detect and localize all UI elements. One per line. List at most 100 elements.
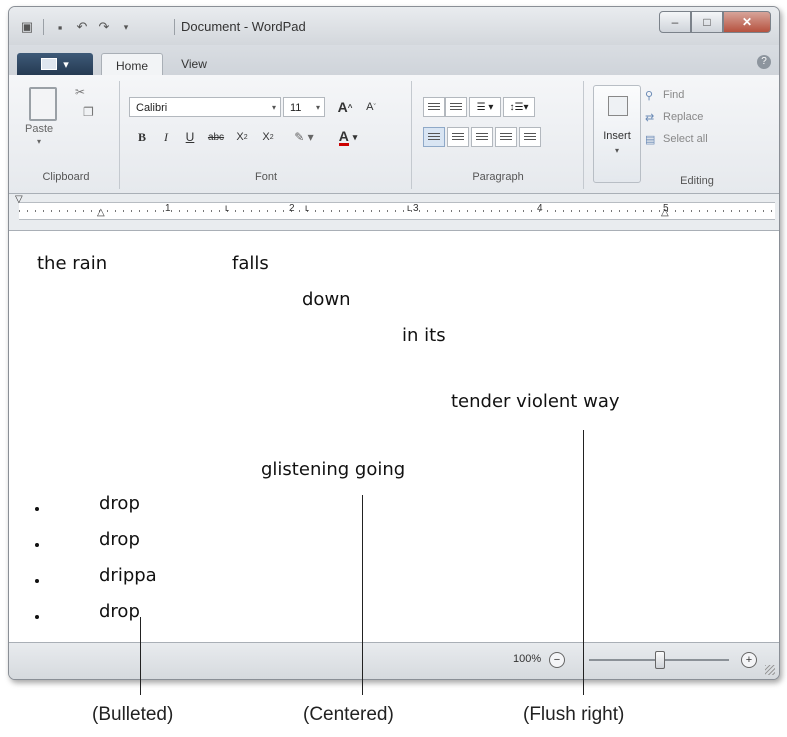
tab-view[interactable]: View (167, 53, 221, 75)
cut-icon[interactable]: ✂ (75, 85, 85, 99)
editing-group-label: Editing (680, 175, 714, 187)
zoom-in-button[interactable]: + (741, 652, 757, 668)
find-label: Find (663, 89, 685, 101)
ruler-strip[interactable]: ▽ △ 1 ʟ 2 ʟ 3 ʟ 4 5 △ (15, 194, 775, 220)
tab-stop-marker[interactable]: ʟ (225, 203, 229, 214)
font-family-select[interactable]: Calibri ▾ (129, 97, 281, 117)
maximize-icon: □ (703, 15, 711, 29)
right-indent-marker[interactable]: △ (661, 207, 669, 218)
superscript-icon[interactable]: X2 (257, 127, 279, 147)
paragraph-settings-icon[interactable] (519, 127, 541, 147)
wordpad-icon[interactable]: ▣ (19, 19, 35, 35)
document-line[interactable]: falls (232, 253, 269, 274)
bold-icon[interactable]: B (133, 127, 151, 147)
font-size-value: 11 (290, 102, 302, 114)
zoom-level: 100% (513, 653, 542, 665)
window-title: Document - WordPad (181, 19, 306, 34)
align-right-icon[interactable] (471, 127, 493, 147)
font-color-icon[interactable]: A ▾ (329, 127, 367, 147)
bullet-marker (35, 579, 39, 583)
font-size-select[interactable]: 11 ▾ (283, 97, 325, 117)
wordpad-window: ▣ ▪ ↶ ↷ ▾ Document - WordPad – □ ✕ ▾ Hom… (8, 6, 780, 680)
document-line[interactable]: tender violent way (451, 391, 620, 412)
chevron-down-icon: ▾ (614, 146, 619, 155)
document-line[interactable]: the rain (37, 253, 107, 274)
document-line[interactable]: in its (402, 325, 446, 346)
zoom-out-button[interactable]: − (549, 652, 565, 668)
grow-font-icon[interactable]: A ^ (333, 97, 357, 117)
callout-line-centered (362, 495, 363, 695)
save-icon[interactable]: ▪ (52, 19, 68, 35)
help-icon[interactable]: ? (757, 55, 771, 69)
align-left-icon[interactable] (423, 127, 445, 147)
status-bar: 100% − + (9, 642, 779, 679)
callout-line-flush-right (583, 430, 584, 695)
tab-stop-marker[interactable]: ʟ (407, 203, 411, 214)
clipboard-group-label: Clipboard (42, 171, 90, 183)
replace-label: Replace (663, 111, 704, 123)
minimize-icon: – (671, 15, 679, 29)
document-line[interactable]: down (302, 289, 351, 310)
bullet-marker (35, 507, 39, 511)
document-area[interactable]: the rain falls down in its tender violen… (9, 231, 779, 643)
callout-bulleted: (Bulleted) (92, 704, 174, 725)
ruler-number: 2 (289, 203, 295, 214)
ribbon-tab-row: ▾ Home View ? (9, 45, 779, 77)
replace-icon: ⇄ (645, 112, 655, 124)
ruler-number: 1 (165, 203, 171, 214)
shrink-font-icon[interactable]: Aˇ (359, 97, 383, 117)
paragraph-group: ☰ ▾ ↕☰▾ Paragraph (413, 81, 584, 189)
align-center-icon[interactable] (447, 127, 469, 147)
tab-home[interactable]: Home (101, 53, 163, 77)
resize-grip[interactable] (765, 665, 775, 675)
callout-flush-right: (Flush right) (523, 704, 625, 725)
left-indent-marker[interactable]: △ (97, 207, 105, 218)
font-group: Calibri ▾ 11 ▾ A ^ Aˇ B I U abc X2 X2 ✎ ▾… (121, 81, 412, 189)
undo-icon[interactable]: ↶ (74, 19, 90, 35)
clipboard-group: Paste ▾ ✂ ❐ Clipboard (13, 81, 120, 189)
decrease-indent-icon[interactable] (423, 97, 445, 117)
insert-label: Insert (603, 130, 631, 142)
insert-button[interactable]: Insert ▾ (593, 85, 641, 183)
first-line-indent-marker[interactable]: ▽ (15, 194, 23, 205)
find-button[interactable]: ⚲ Find (645, 89, 685, 102)
bullet-item[interactable]: drippa (99, 565, 157, 586)
select-all-button[interactable]: ▤ Select all (645, 133, 708, 146)
increase-indent-icon[interactable] (445, 97, 467, 117)
italic-icon[interactable]: I (157, 127, 175, 147)
bullet-item[interactable]: drop (99, 493, 140, 514)
bullet-item[interactable]: drop (99, 601, 140, 622)
customize-icon[interactable]: ▾ (118, 19, 134, 35)
underline-icon[interactable]: U (181, 127, 199, 147)
chevron-down-icon: ▾ (271, 103, 276, 112)
tab-stop-marker[interactable]: ʟ (305, 203, 309, 214)
window-buttons: – □ ✕ (659, 11, 771, 33)
maximize-button[interactable]: □ (691, 11, 723, 33)
line-spacing-icon[interactable]: ↕☰▾ (503, 97, 535, 117)
select-all-label: Select all (663, 133, 708, 145)
paste-icon[interactable] (29, 87, 57, 121)
redo-icon[interactable]: ↷ (96, 19, 112, 35)
bullet-list-icon[interactable]: ☰ ▾ (469, 97, 501, 117)
chevron-down-icon: ▾ (63, 58, 69, 71)
subscript-icon[interactable]: X2 (231, 127, 253, 147)
paste-button-label[interactable]: Paste (25, 123, 53, 135)
document-line[interactable]: glistening going (261, 459, 405, 480)
replace-button[interactable]: ⇄ Replace (645, 111, 704, 124)
justify-icon[interactable] (495, 127, 517, 147)
paste-dropdown-icon[interactable]: ▾ (37, 137, 41, 146)
highlight-color-icon[interactable]: ✎ ▾ (285, 127, 323, 147)
font-family-value: Calibri (136, 102, 168, 114)
ruler-number: 4 (537, 203, 543, 214)
close-button[interactable]: ✕ (723, 11, 771, 33)
bullet-item[interactable]: drop (99, 529, 140, 550)
font-group-label: Font (254, 171, 277, 183)
copy-icon[interactable]: ❐ (83, 105, 94, 119)
strikethrough-icon[interactable]: abc (205, 127, 227, 147)
zoom-slider-thumb[interactable] (655, 651, 665, 669)
application-menu-button[interactable]: ▾ (17, 53, 93, 75)
minimize-button[interactable]: – (659, 11, 691, 33)
callout-line-bulleted (140, 617, 141, 695)
ruler[interactable]: ▽ △ 1 ʟ 2 ʟ 3 ʟ 4 5 △ (9, 194, 779, 231)
close-icon: ✕ (741, 15, 753, 29)
